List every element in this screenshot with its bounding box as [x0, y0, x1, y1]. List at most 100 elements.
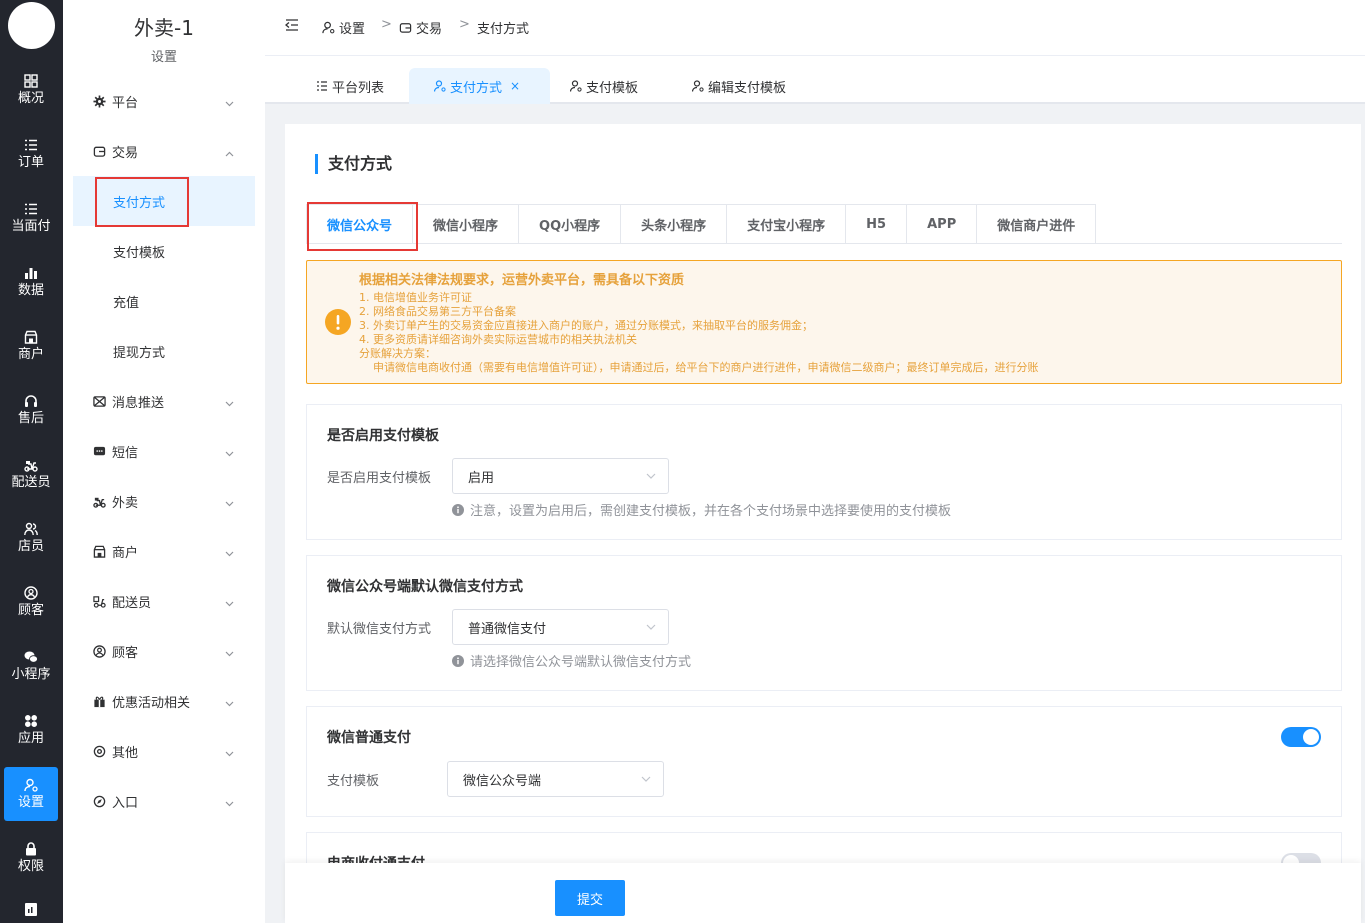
sidebar-menu-4[interactable]: 外卖	[73, 476, 255, 526]
rail-item-label: 设置	[17, 794, 44, 810]
sidebar-menu-10[interactable]: 入口	[73, 776, 255, 826]
rail-item-label: 配送员	[11, 474, 51, 490]
normal-pay-section: 微信普通支付 支付模板 微信公众号端	[306, 706, 1342, 817]
sidebar-menu-label: 入口	[112, 795, 139, 811]
field-label: 是否启用支付模板	[327, 471, 432, 486]
select-value: 微信公众号端	[463, 773, 542, 789]
platform-tab-2[interactable]: QQ小程序	[519, 204, 622, 244]
normal-pay-switch[interactable]	[1281, 727, 1321, 747]
pay-template-select[interactable]: 微信公众号端	[447, 761, 664, 797]
page-title: 支付方式	[315, 154, 392, 174]
breadcrumb-label: 交易	[416, 22, 443, 37]
rail-item-4[interactable]: 商户	[4, 319, 58, 373]
chevron-down-icon	[641, 776, 651, 782]
rail-item-label: 售后	[17, 410, 44, 426]
sidebar-menu-3[interactable]: 短信	[73, 426, 255, 476]
rail-item-10[interactable]: 应用	[4, 703, 58, 757]
shop-icon	[24, 330, 38, 344]
wallet-icon	[399, 23, 412, 33]
info-icon	[452, 503, 464, 516]
avatar[interactable]	[8, 2, 55, 49]
alert-line: 3. 外卖订单产生的交易资金应直接进入商户的账户，通过分账模式，来抽取平台的服务…	[359, 319, 813, 332]
breadcrumb-label: 设置	[339, 22, 366, 37]
sidebar-menu-8[interactable]: 优惠活动相关	[73, 676, 255, 726]
alert-line: 分账解决方案：	[359, 347, 436, 360]
app-rail: 概况订单当面付数据商户售后配送员店员顾客小程序应用设置权限	[0, 0, 63, 923]
rail-item-5[interactable]: 售后	[4, 383, 58, 437]
tab-payment-methods[interactable]: 支付方式 ×	[409, 68, 550, 104]
platform-tab-7[interactable]: 微信商户进件	[977, 204, 1097, 244]
sidebar-menu-label: 外卖	[112, 495, 139, 511]
rail-item-2[interactable]: 当面付	[4, 191, 58, 245]
rail-item-8[interactable]: 顾客	[4, 575, 58, 629]
platform-tab-3[interactable]: 头条小程序	[621, 204, 728, 244]
platform-tab-6[interactable]: APP	[907, 204, 978, 244]
switch-knob	[1303, 729, 1319, 745]
collapse-menu-icon[interactable]	[285, 18, 299, 32]
platform-tab-4[interactable]: 支付宝小程序	[727, 204, 847, 244]
rail-item-12[interactable]: 权限	[4, 831, 58, 885]
warning-icon	[325, 309, 351, 335]
tab-edit-payment-template[interactable]: 编辑支付模板	[692, 68, 786, 104]
user-settings-icon	[692, 80, 704, 92]
rail-item-label: 应用	[17, 730, 44, 746]
breadcrumb-separator: >	[459, 17, 470, 32]
active-platform-highlight	[307, 202, 418, 251]
user-circle-icon	[93, 644, 106, 658]
breadcrumb-item-trade[interactable]: 交易	[399, 18, 442, 37]
chevron-down-icon	[225, 546, 234, 557]
list-icon	[317, 81, 327, 91]
field-hint: 注意，设置为启用后，需创建支付模板，并在各个支付场景中选择要使用的支付模板	[452, 500, 951, 519]
chevron-down-icon	[225, 96, 234, 107]
rail-item-label: 小程序	[11, 666, 51, 682]
submit-button[interactable]: 提交	[555, 880, 625, 916]
sidebar-menu-2[interactable]: 消息推送	[73, 376, 255, 426]
platform-tab-5[interactable]: H5	[846, 204, 908, 244]
sidebar-submenu-2[interactable]: 充值	[73, 276, 255, 326]
enable-template-select[interactable]: 启用	[452, 458, 669, 494]
platform-tab-1[interactable]: 微信小程序	[413, 204, 520, 244]
sidebar-menu-label: 优惠活动相关	[112, 695, 191, 711]
rail-item-3[interactable]: 数据	[4, 255, 58, 309]
tab-label: 编辑支付模板	[708, 80, 787, 96]
select-value: 普通微信支付	[468, 621, 547, 637]
sidebar-menu-label: 平台	[112, 95, 139, 111]
rail-item-label: 店员	[17, 538, 44, 554]
rail-item-9[interactable]: 小程序	[4, 639, 58, 693]
sidebar-submenu-1[interactable]: 支付模板	[73, 226, 255, 276]
close-icon[interactable]: ×	[510, 79, 520, 93]
tab-platform-list[interactable]: 平台列表	[316, 68, 384, 104]
wallet-icon	[93, 145, 106, 158]
shop-icon	[93, 545, 106, 558]
select-value: 启用	[468, 470, 495, 486]
tab-payment-templates[interactable]: 支付模板	[570, 68, 638, 104]
chevron-down-icon	[225, 646, 234, 657]
settings-sidebar: 外卖-1 设置 平台 交易 支付方式 支付模板 充值 提现方式 消息推送 短信 外卖 商户 配送员顾…	[63, 0, 265, 923]
alert-line: 2. 网络食品交易第三方平台备案	[359, 305, 516, 318]
field-label: 支付模板	[327, 774, 380, 789]
rail-item-0[interactable]: 概况	[4, 63, 58, 117]
sidebar-menu-9[interactable]: 其他	[73, 726, 255, 776]
chevron-down-icon	[225, 696, 234, 707]
rail-item-label: 数据	[17, 282, 44, 298]
sidebar-menu-5[interactable]: 商户	[73, 526, 255, 576]
sidebar-submenu-3[interactable]: 提现方式	[73, 326, 255, 376]
sidebar-menu-label: 交易	[112, 145, 139, 161]
rail-item-1[interactable]: 订单	[4, 127, 58, 181]
chevron-down-icon	[225, 746, 234, 757]
users-icon	[24, 522, 38, 536]
report-icon[interactable]	[24, 902, 38, 916]
rail-item-11[interactable]: 设置	[4, 767, 58, 821]
sidebar-menu-7[interactable]: 顾客	[73, 626, 255, 676]
tab-label: 支付方式	[450, 80, 503, 96]
default-pay-select[interactable]: 普通微信支付	[452, 609, 669, 645]
sidebar-menu-0[interactable]: 平台	[73, 76, 255, 126]
breadcrumb-item-settings[interactable]: 设置	[322, 18, 365, 37]
chevron-down-icon	[225, 796, 234, 807]
rail-item-7[interactable]: 店员	[4, 511, 58, 565]
sidebar-menu-1[interactable]: 交易	[73, 126, 255, 176]
rail-item-6[interactable]: 配送员	[4, 447, 58, 501]
lock-icon	[24, 841, 38, 856]
user-settings-icon	[434, 80, 446, 92]
sidebar-menu-6[interactable]: 配送员	[73, 576, 255, 626]
